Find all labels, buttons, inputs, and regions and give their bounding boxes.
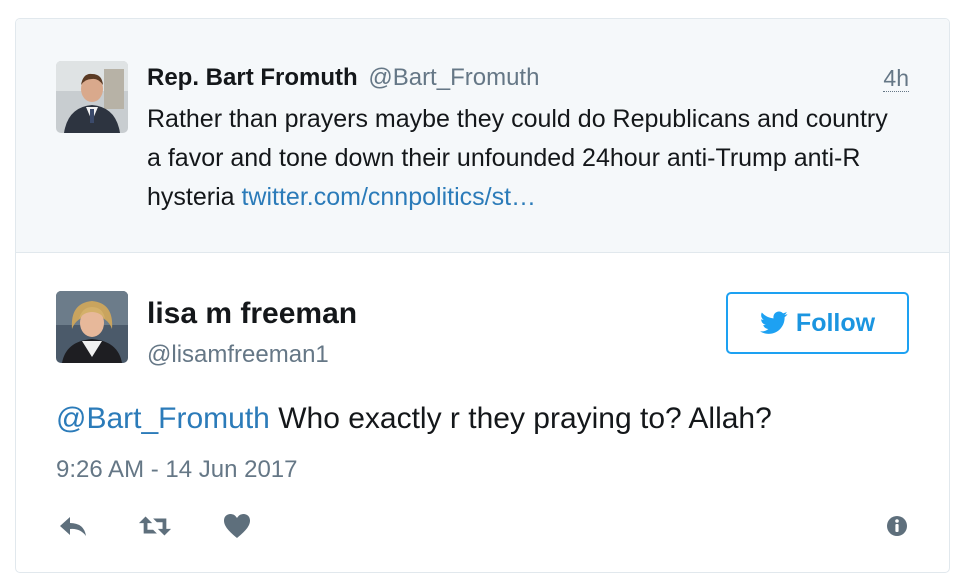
avatar[interactable] [56, 291, 128, 363]
author-handle[interactable]: @lisamfreeman1 [147, 341, 329, 369]
author-name[interactable]: lisa m freeman [147, 297, 357, 331]
author-name[interactable]: Rep. Bart Fromuth [147, 64, 358, 91]
follow-button[interactable]: Follow [726, 292, 909, 354]
tweet-text: @Bart_Fromuth Who exactly r they praying… [56, 402, 772, 436]
avatar[interactable] [56, 61, 128, 133]
retweet-icon[interactable] [138, 509, 172, 543]
parent-tweet-text: Rather than prayers maybe they could do … [147, 100, 907, 217]
parent-tweet-header: Rep. Bart Fromuth @Bart_Fromuth [147, 63, 539, 93]
tweet-embed-card: Rep. Bart Fromuth @Bart_Fromuth 4h Rathe… [15, 18, 950, 573]
tweet-link[interactable]: twitter.com/cnnpolitics/st… [241, 183, 536, 211]
heart-icon[interactable] [220, 509, 254, 543]
follow-label: Follow [795, 308, 876, 337]
tweet-timestamp-link[interactable]: 4h [883, 65, 909, 92]
reply-icon[interactable] [56, 509, 90, 543]
tweet-date-link[interactable]: 9:26 AM - 14 Jun 2017 [56, 456, 298, 484]
info-icon[interactable] [885, 514, 909, 538]
mention-link[interactable]: @Bart_Fromuth [56, 402, 270, 435]
parent-tweet[interactable]: Rep. Bart Fromuth @Bart_Fromuth 4h Rathe… [16, 19, 949, 253]
tweet-actions [56, 509, 254, 543]
twitter-bird-icon [759, 311, 788, 335]
tweet-body: Who exactly r they praying to? Allah? [269, 402, 772, 435]
author-handle[interactable]: @Bart_Fromuth [368, 64, 539, 91]
